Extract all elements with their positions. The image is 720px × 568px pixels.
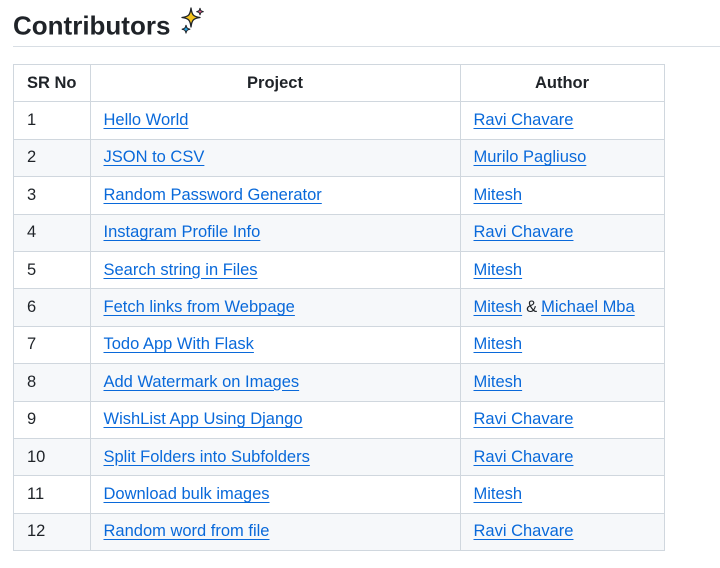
project-cell: Download bulk images [89,475,461,514]
page-title: Contributors [13,6,208,46]
author-cell: Ravi Chavare [459,101,665,140]
project-link[interactable]: Search string in Files [104,261,258,279]
project-cell: Random Password Generator [89,176,461,215]
project-link[interactable]: Random word from file [104,522,270,540]
sparkle-blue-shape [182,24,191,34]
column-header-project: Project [89,63,461,103]
project-link[interactable]: Download bulk images [104,485,270,503]
author-link[interactable]: Mitesh [474,298,523,316]
author-link[interactable]: Ravi Chavare [474,410,574,428]
project-link[interactable]: Fetch links from Webpage [104,298,295,316]
author-link[interactable]: Murilo Pagliuso [474,148,587,166]
project-link[interactable]: Add Watermark on Images [104,373,300,391]
project-link[interactable]: Random Password Generator [104,186,322,204]
author-cell: Ravi Chavare [459,437,665,477]
project-cell: WishList App Using Django [89,400,461,439]
project-link[interactable]: JSON to CSV [104,148,205,166]
heading-container: Contributors [13,0,720,47]
author-link[interactable]: Ravi Chavare [474,522,574,540]
author-link[interactable]: Ravi Chavare [474,111,574,129]
table-row: 5 Search string in Files Mitesh [13,250,665,290]
project-cell: Todo App With Flask [89,325,461,365]
project-cell: Search string in Files [89,250,461,290]
author-link[interactable]: Ravi Chavare [474,448,574,466]
table-row: 11 Download bulk images Mitesh [13,475,665,514]
author-link[interactable]: Mitesh [474,485,523,503]
table-row: 4 Instagram Profile Info Ravi Chavare [13,213,665,252]
column-header-author: Author [459,63,665,103]
project-cell: Instagram Profile Info [89,213,461,252]
author-cell: Mitesh [459,250,665,290]
sr-no-cell: 10 [13,437,91,477]
project-link[interactable]: Split Folders into Subfolders [104,448,310,466]
sr-no-cell: 6 [13,288,91,327]
sr-no-cell: 9 [13,400,91,439]
author-cell: Mitesh [459,475,665,514]
project-cell: Add Watermark on Images [89,363,461,402]
sr-no-cell: 8 [13,363,91,402]
project-cell: Fetch links from Webpage [89,288,461,327]
sparkles-icon [178,6,208,43]
author-cell: Murilo Pagliuso [459,138,665,178]
sr-no-cell: 1 [13,101,91,140]
table-row: 1 Hello World Ravi Chavare [13,101,665,140]
sr-no-cell: 7 [13,325,91,365]
author-cell: Mitesh [459,363,665,402]
table-row: 9 WishList App Using Django Ravi Chavare [13,400,665,439]
table-row: 8 Add Watermark on Images Mitesh [13,363,665,402]
author-link[interactable]: Michael Mba [541,298,635,316]
sparkle-pink-shape [196,7,205,16]
project-link[interactable]: Hello World [104,111,189,129]
project-cell: Random word from file [89,512,461,552]
author-separator: & [526,298,538,317]
author-cell: Mitesh [459,325,665,365]
author-link[interactable]: Ravi Chavare [474,223,574,241]
author-link[interactable]: Mitesh [474,373,523,391]
project-cell: JSON to CSV [89,138,461,178]
table-row: 12 Random word from file Ravi Chavare [13,512,665,552]
author-link[interactable]: Mitesh [474,186,523,204]
sr-no-cell: 3 [13,176,91,215]
table-header-row: SR No Project Author [13,63,665,103]
sr-no-cell: 12 [13,512,91,552]
project-link[interactable]: WishList App Using Django [104,410,303,428]
sr-no-cell: 2 [13,138,91,178]
author-cell: Ravi Chavare [459,213,665,252]
project-cell: Split Folders into Subfolders [89,437,461,477]
project-cell: Hello World [89,101,461,140]
project-link[interactable]: Instagram Profile Info [104,223,261,241]
project-link[interactable]: Todo App With Flask [104,335,254,353]
page-title-text: Contributors [13,10,171,41]
table-row: 7 Todo App With Flask Mitesh [13,325,665,365]
table-row: 3 Random Password Generator Mitesh [13,176,665,215]
column-header-sr-no: SR No [13,63,91,103]
sr-no-cell: 11 [13,475,91,514]
sr-no-cell: 5 [13,250,91,290]
author-link[interactable]: Mitesh [474,335,523,353]
author-cell: Ravi Chavare [459,512,665,552]
table-row: 6 Fetch links from Webpage Mitesh & Michael … [13,288,665,327]
author-cell: Mitesh [459,176,665,215]
contributors-table: SR No Project Author 1 Hello World Ravi Ch… [13,63,665,552]
author-cell: Mitesh & Michael Mba [459,288,665,327]
sr-no-cell: 4 [13,213,91,252]
table-row: 10 Split Folders into Subfolders Ravi Chav… [13,437,665,477]
author-cell: Ravi Chavare [459,400,665,439]
table-body: 1 Hello World Ravi Chavare 2 JSON to CSV Muri… [13,101,665,552]
table-row: 2 JSON to CSV Murilo Pagliuso [13,138,665,178]
sparkle-large-shape [181,7,202,28]
author-link[interactable]: Mitesh [474,261,523,279]
